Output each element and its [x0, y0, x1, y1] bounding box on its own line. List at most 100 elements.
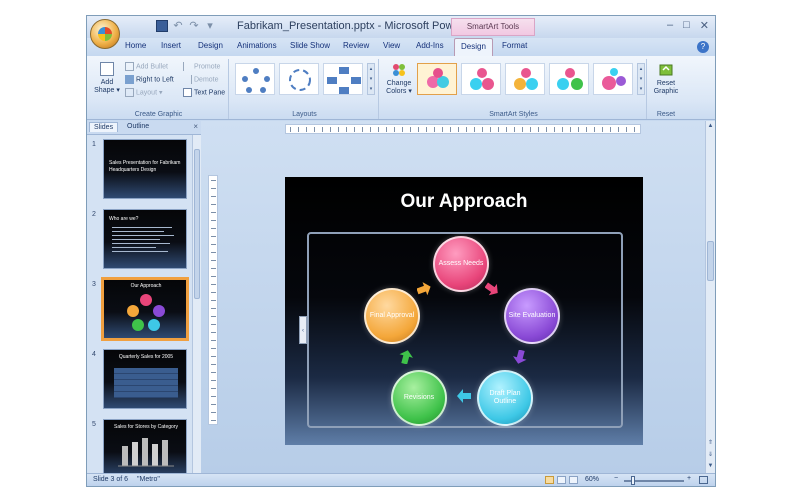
status-bar: Slide 3 of 6 "Metro" 60% − + [87, 473, 715, 486]
help-icon[interactable]: ? [697, 41, 709, 53]
view-buttons [545, 476, 578, 484]
zoom-slider-knob[interactable] [631, 476, 635, 485]
ruler-tick [634, 127, 635, 132]
thumbnail-table [114, 368, 178, 398]
scroll-up-arrow-icon[interactable]: ▲ [706, 123, 715, 129]
layout-thumbnail-continuous-cycle[interactable] [279, 63, 319, 95]
customize-qat-icon[interactable]: ▾ [204, 20, 216, 32]
ruler-tick [618, 127, 619, 132]
styles-gallery-scroll[interactable]: ▴ ▾ ▾ [637, 63, 645, 95]
ruler-tick [450, 127, 451, 132]
basic-cycle-icon [242, 68, 270, 93]
save-icon[interactable] [156, 20, 168, 32]
maximize-button[interactable]: □ [683, 19, 690, 32]
thumbnail-text-line [112, 239, 160, 240]
change-colors-button[interactable]: Change Colors ▾ [383, 62, 415, 96]
thumbnail-text-line [112, 235, 174, 236]
layouts-gallery-scroll[interactable]: ▴ ▾ ▾ [367, 63, 375, 95]
ruler-tick [211, 284, 216, 285]
style-preview-icon [557, 68, 583, 90]
tab-outline[interactable]: Outline [123, 122, 153, 131]
layout-button[interactable]: Layout ▾ [125, 88, 162, 98]
smartart-style-thumbnail[interactable] [593, 63, 633, 95]
slide-title[interactable]: Our Approach [285, 191, 643, 213]
promote-button[interactable]: Promote [183, 62, 220, 72]
reset-graphic-button[interactable]: Reset Graphic [649, 62, 683, 96]
slide-thumbnail-5[interactable]: Sales for Stores by Category [103, 419, 187, 479]
tab-review[interactable]: Review [343, 41, 369, 50]
tab-smartart-design[interactable]: Design [454, 38, 493, 56]
main-scrollbar[interactable]: ▲ ⇑ ⇓ ▼ [705, 121, 715, 473]
change-colors-icon [393, 64, 405, 76]
slide-sorter-view-icon[interactable] [557, 476, 566, 484]
minimize-button[interactable]: – [667, 19, 673, 32]
slide-number: 3 [92, 281, 96, 288]
fit-to-window-icon[interactable] [699, 476, 708, 484]
office-button[interactable] [90, 19, 120, 49]
layout-thumbnail-block-cycle[interactable] [323, 63, 363, 95]
zoom-out-icon[interactable]: − [614, 475, 618, 482]
close-button[interactable]: ✕ [700, 19, 709, 32]
smartart-style-thumbnail[interactable] [549, 63, 589, 95]
tab-add-ins[interactable]: Add-Ins [416, 41, 444, 50]
slide-show-view-icon[interactable] [569, 476, 578, 484]
previous-slide-icon[interactable]: ⇑ [706, 439, 715, 446]
zoom-level[interactable]: 60% [585, 476, 599, 483]
ruler-tick [490, 127, 491, 132]
ruler-tick [586, 127, 587, 132]
smartart-frame[interactable]: Assess Needs Site Evaluation Draft Plan … [307, 232, 623, 428]
tab-home[interactable]: Home [125, 41, 146, 50]
slide-canvas[interactable]: Our Approach ‹ Assess Needs Site Evaluat… [285, 177, 643, 445]
ruler-tick [314, 127, 315, 132]
ruler-tick [306, 127, 307, 132]
zoom-in-icon[interactable]: + [687, 475, 691, 482]
next-slide-icon[interactable]: ⇓ [706, 451, 715, 458]
slide-thumbnail-3[interactable]: Our Approach [101, 277, 189, 341]
redo-icon[interactable]: ↷ [188, 20, 200, 32]
smartart-styles-group: Change Colors ▾ ▴ ▾ ▾ SmartArt Styles [381, 59, 647, 119]
demote-button[interactable]: Demote [183, 75, 219, 85]
cycle-node-site-evaluation[interactable]: Site Evaluation [504, 288, 560, 344]
ruler-tick [211, 236, 216, 237]
ruler-tick [211, 300, 216, 301]
tab-slide-show[interactable]: Slide Show [290, 41, 330, 50]
slide-counter: Slide 3 of 6 [93, 476, 129, 483]
cycle-node-revisions[interactable]: Revisions [391, 370, 447, 426]
close-pane-icon[interactable]: × [193, 122, 198, 131]
ruler-tick [530, 127, 531, 132]
smartart-style-thumbnail[interactable] [461, 63, 501, 95]
style-preview-icon [427, 68, 449, 88]
tab-view[interactable]: View [383, 41, 400, 50]
right-to-left-button[interactable]: Right to Left [125, 75, 174, 85]
tab-smartart-format[interactable]: Format [502, 41, 527, 50]
layout-thumbnail-basic-cycle[interactable] [235, 63, 275, 95]
slide-thumbnail-4[interactable]: Quarterly Sales for 2005 [103, 349, 187, 409]
add-shape-button[interactable]: Add Shape ▾ [92, 62, 122, 95]
normal-view-icon[interactable] [545, 476, 554, 484]
pane-scrollbar[interactable] [192, 135, 201, 473]
pane-scroll-thumb[interactable] [194, 149, 200, 299]
scroll-down-arrow-icon[interactable]: ▼ [706, 463, 715, 469]
smartart-style-thumbnail[interactable] [417, 63, 457, 95]
add-bullet-button[interactable]: Add Bullet [125, 62, 168, 72]
smartart-style-thumbnail[interactable] [505, 63, 545, 95]
cycle-node-final-approval[interactable]: Final Approval [364, 288, 420, 344]
slide-thumbnail-2[interactable]: Who are we? [103, 209, 187, 269]
reset-graphic-icon [659, 64, 673, 76]
cycle-node-draft-plan-outline[interactable]: Draft Plan Outline [477, 370, 533, 426]
undo-icon[interactable]: ↶ [172, 20, 184, 32]
tab-insert[interactable]: Insert [161, 41, 181, 50]
text-pane-button[interactable]: Text Pane [183, 88, 225, 98]
ruler-tick [211, 380, 216, 381]
tab-animations[interactable]: Animations [237, 41, 277, 50]
theme-name[interactable]: "Metro" [137, 476, 160, 483]
tab-slides[interactable]: Slides [89, 122, 119, 132]
cycle-node-assess-needs[interactable]: Assess Needs [433, 236, 489, 292]
text-pane-toggle[interactable]: ‹ [299, 316, 307, 344]
slide-thumbnail-1[interactable]: Sales Presentation for Fabrikam Headquar… [103, 139, 187, 199]
tab-design[interactable]: Design [198, 41, 223, 50]
ruler-tick [346, 127, 347, 132]
create-graphic-group: Add Shape ▾ Add Bullet Right to Left Lay… [89, 59, 229, 119]
main-scroll-thumb[interactable] [707, 241, 714, 281]
vertical-ruler [208, 175, 218, 425]
